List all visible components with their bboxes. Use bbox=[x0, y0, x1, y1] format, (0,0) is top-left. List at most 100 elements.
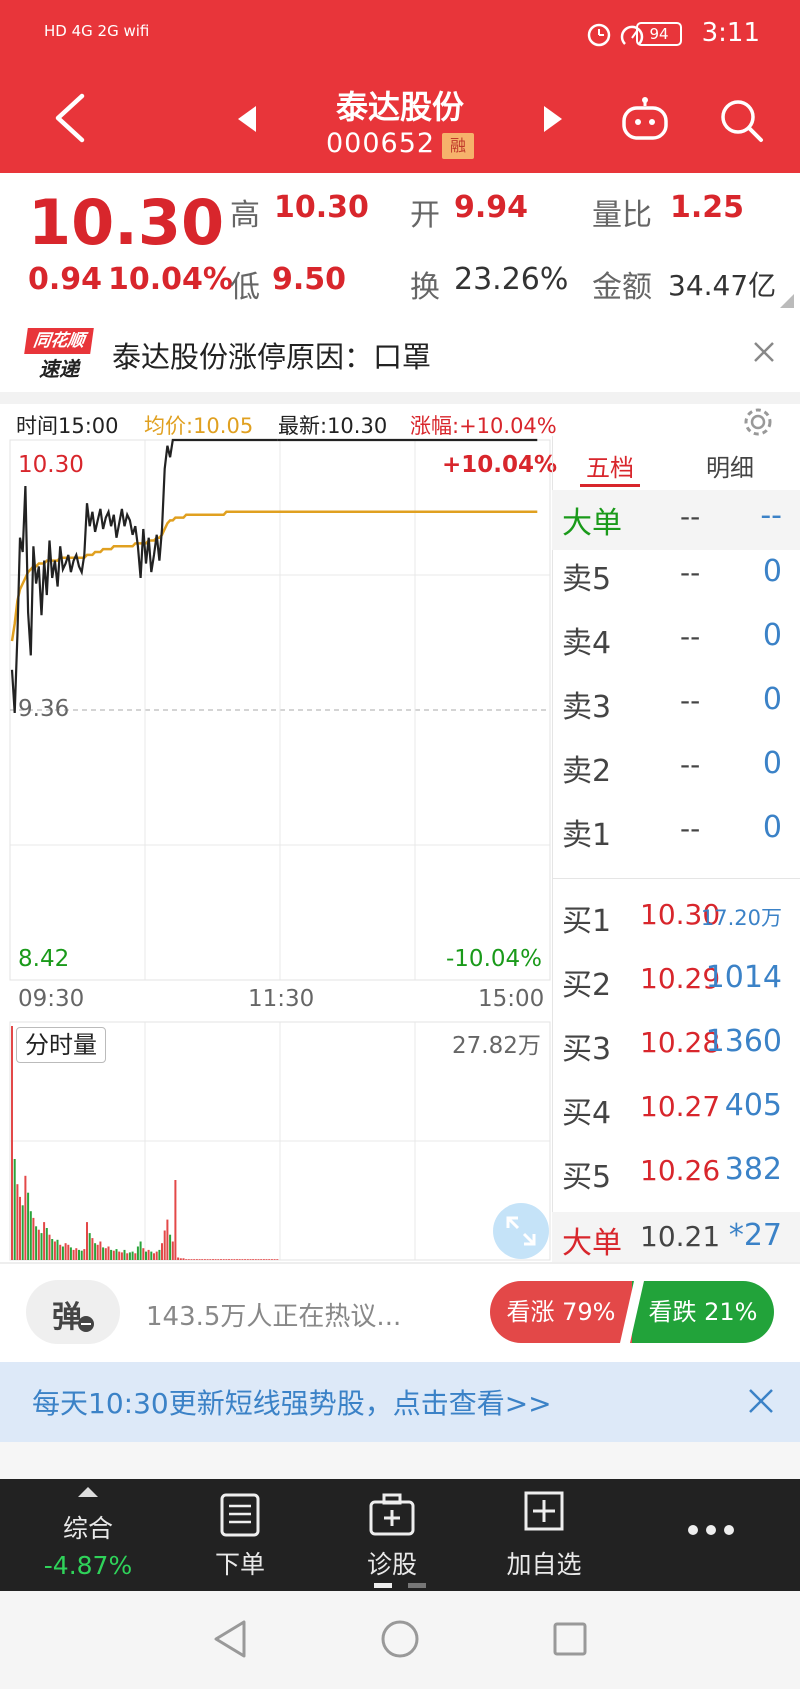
price-change: 0.94 bbox=[28, 262, 103, 297]
volume-bar bbox=[233, 1259, 236, 1260]
tab-detail[interactable]: 明细 bbox=[706, 448, 754, 483]
volume-bar bbox=[177, 1257, 180, 1260]
danmu-button[interactable]: 弹 bbox=[26, 1280, 120, 1344]
news-banner[interactable]: 同花顺 速递 泰达股份涨停原因：口罩 bbox=[0, 312, 800, 392]
buy-row: 买3 10.28 1360 bbox=[552, 1014, 800, 1074]
caret-up-icon bbox=[78, 1487, 98, 1497]
chart-settings-gear-icon[interactable] bbox=[742, 406, 774, 438]
system-home-icon[interactable] bbox=[380, 1619, 420, 1659]
volume-bar bbox=[94, 1243, 97, 1260]
chart-bottom-price: 8.42 bbox=[18, 946, 70, 972]
pill-divider bbox=[620, 1281, 644, 1343]
volume-bar bbox=[86, 1222, 88, 1260]
volume-bar bbox=[75, 1248, 78, 1260]
volume-bar bbox=[32, 1217, 35, 1260]
volume-tag[interactable]: 分时量 bbox=[16, 1027, 106, 1063]
volume-bar bbox=[214, 1259, 217, 1260]
x-tick-mid: 11:30 bbox=[248, 986, 315, 1012]
open-value: 9.94 bbox=[454, 190, 529, 225]
news-text: 泰达股份涨停原因：口罩 bbox=[112, 340, 432, 374]
volume-bar bbox=[40, 1233, 43, 1260]
volume-bar bbox=[16, 1184, 19, 1260]
nav-composite[interactable]: 综合 -4.87% bbox=[18, 1479, 158, 1591]
volume-bar bbox=[260, 1259, 263, 1260]
volume-bar bbox=[67, 1244, 70, 1260]
volume-bar bbox=[220, 1259, 222, 1260]
volume-bar bbox=[147, 1249, 150, 1260]
chart-grid bbox=[9, 439, 551, 1261]
buy-vol: 17.20万 bbox=[700, 906, 782, 930]
big-buy-price: 10.21 bbox=[640, 1220, 721, 1253]
minus-circle-icon bbox=[78, 1316, 94, 1332]
diagnose-label: 诊股 bbox=[366, 1550, 417, 1579]
volume-bar bbox=[136, 1246, 139, 1260]
volume-bar bbox=[206, 1259, 209, 1260]
more-icon[interactable] bbox=[686, 1523, 736, 1537]
buy-row: 买4 10.27 405 bbox=[552, 1078, 800, 1138]
volume-bar bbox=[120, 1252, 123, 1260]
system-back-icon[interactable] bbox=[212, 1619, 248, 1659]
volume-bar bbox=[115, 1249, 118, 1260]
app-screen: HD 4G 2G wifi 94 3:11 泰达股份 000652 融 10.3… bbox=[0, 0, 800, 1689]
volume-bar bbox=[43, 1222, 46, 1260]
stock-code: 000652 bbox=[326, 128, 436, 159]
volume-bar bbox=[19, 1196, 21, 1260]
volume-bar bbox=[174, 1180, 177, 1260]
diagnose-kit-icon bbox=[369, 1493, 415, 1536]
header-bar: HD 4G 2G wifi 94 3:11 泰达股份 000652 融 bbox=[0, 0, 800, 173]
buy-label: 买3 bbox=[562, 1032, 612, 1067]
sell-label: 卖4 bbox=[562, 626, 612, 661]
chart-top-price: 10.30 bbox=[18, 452, 84, 478]
promo-banner[interactable]: 每天10:30更新短线强势股，点击查看>> bbox=[0, 1362, 800, 1442]
volume-bar bbox=[161, 1243, 163, 1260]
next-stock-icon[interactable] bbox=[542, 104, 564, 134]
expand-corner-icon[interactable] bbox=[780, 294, 794, 308]
nav-order[interactable]: 下单 bbox=[170, 1479, 310, 1591]
big-buy-label: 大单 bbox=[562, 1226, 622, 1261]
volume-bar bbox=[163, 1230, 166, 1260]
x-tick-end: 15:00 bbox=[478, 986, 545, 1012]
big-buy-row: 大单 10.21 *27 bbox=[552, 1212, 800, 1262]
intraday-chart[interactable] bbox=[0, 436, 552, 1262]
search-icon[interactable] bbox=[718, 98, 764, 144]
chart-header: 时间15:00 均价:10.05 最新:10.30 涨幅:+10.04% bbox=[0, 404, 560, 440]
volume-bar bbox=[91, 1238, 94, 1260]
bear-button[interactable]: 看跌 21% bbox=[632, 1281, 774, 1343]
nav-diagnose[interactable]: 诊股 bbox=[322, 1479, 462, 1591]
promo-close-icon[interactable] bbox=[748, 1388, 774, 1414]
bull-button[interactable]: 看涨 79% bbox=[490, 1281, 632, 1343]
discussion-count[interactable]: 143.5万人正在热议... bbox=[146, 1296, 401, 1333]
system-nav-bar bbox=[0, 1591, 800, 1689]
nav-add-watch[interactable]: 加自选 bbox=[474, 1479, 614, 1591]
volume-bar bbox=[11, 1026, 13, 1260]
tab-five-levels[interactable]: 五档 bbox=[586, 448, 634, 483]
volume-bar bbox=[24, 1175, 27, 1260]
volume-bar bbox=[53, 1241, 56, 1260]
volume-bar bbox=[64, 1243, 67, 1260]
volume-bar bbox=[112, 1250, 115, 1260]
add-watch-label: 加自选 bbox=[506, 1550, 582, 1579]
sell-vol: 0 bbox=[762, 682, 782, 717]
volume-bar bbox=[48, 1234, 51, 1260]
sell-price: -- bbox=[680, 556, 701, 589]
robot-assistant-icon[interactable] bbox=[620, 96, 670, 142]
logo-top-text: 同花顺 bbox=[24, 328, 94, 354]
system-recents-icon[interactable] bbox=[552, 1621, 588, 1657]
sell-price: -- bbox=[680, 748, 701, 781]
buy-vol: 1360 bbox=[705, 1024, 782, 1059]
big-sell-row: 大单 -- -- bbox=[552, 490, 800, 550]
volume-bar bbox=[45, 1228, 48, 1260]
open-label: 开 bbox=[410, 198, 440, 233]
close-icon[interactable] bbox=[752, 340, 776, 364]
volume-bar bbox=[83, 1249, 86, 1260]
volume-bar bbox=[230, 1259, 233, 1260]
avg-price-line bbox=[10, 510, 538, 642]
volume-bar bbox=[131, 1251, 134, 1260]
high-label: 高 bbox=[230, 198, 260, 233]
add-square-icon bbox=[524, 1491, 564, 1531]
sell-price: -- bbox=[680, 620, 701, 653]
low-label: 低 bbox=[230, 270, 260, 305]
volume-bar bbox=[27, 1192, 30, 1260]
volume-bar bbox=[153, 1253, 155, 1260]
fullscreen-expand-icon[interactable] bbox=[492, 1202, 550, 1260]
